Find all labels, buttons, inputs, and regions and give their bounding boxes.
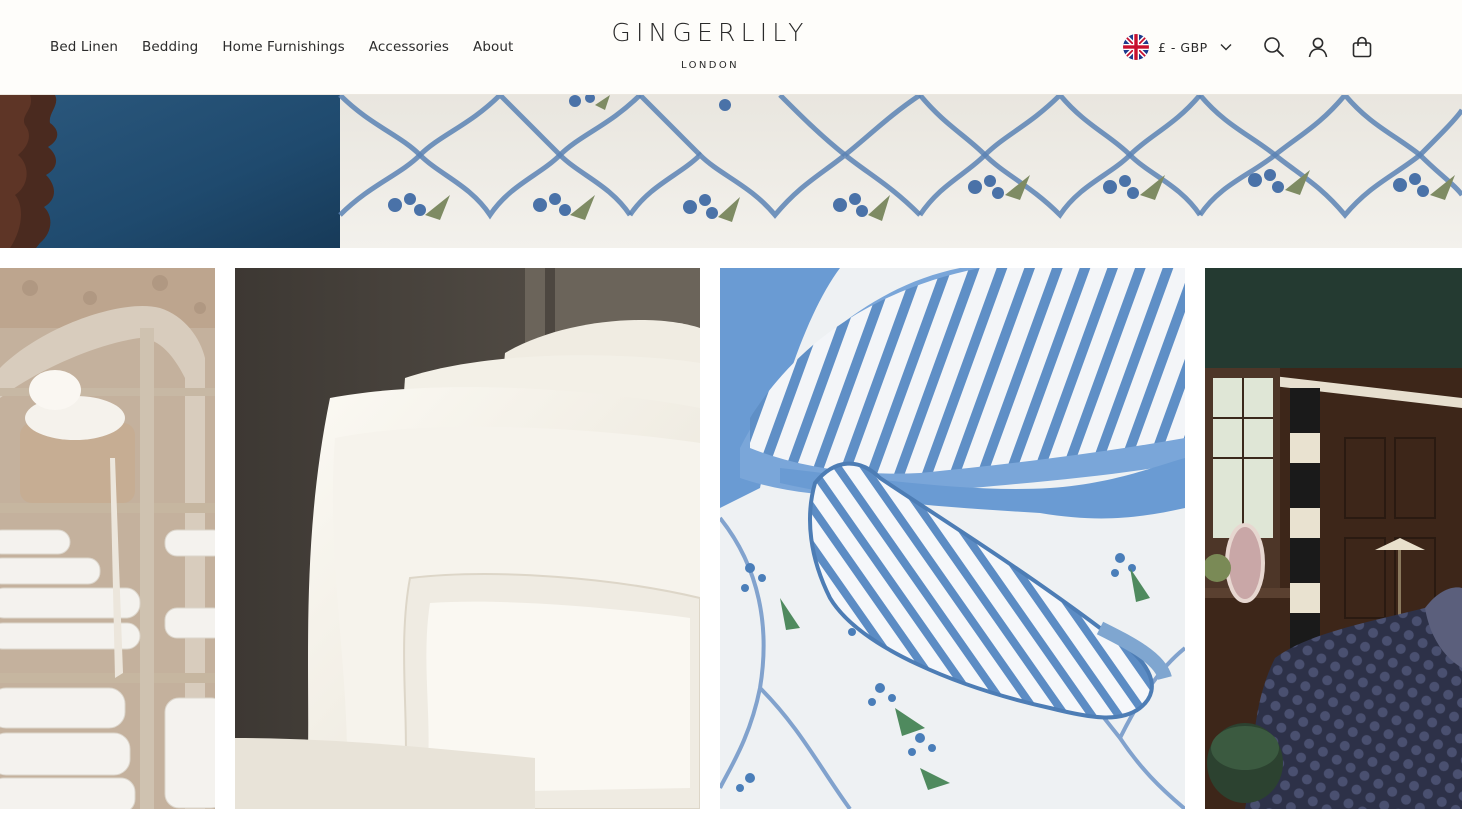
main-nav: Bed Linen Bedding Home Furnishings Acces… — [50, 39, 537, 55]
product-tile-eye-mask[interactable] — [720, 268, 1185, 809]
currency-selector[interactable]: £ - GBP — [1123, 34, 1232, 60]
account-icon[interactable] — [1307, 36, 1329, 58]
logo-brand: GINGERLILY — [611, 18, 809, 47]
product-tile-silk-pillows[interactable] — [235, 268, 700, 809]
site-logo[interactable]: GINGERLILY LONDON — [600, 18, 820, 71]
logo-sub: LONDON — [680, 60, 740, 71]
product-tile-quilted-bedroom[interactable] — [1205, 268, 1462, 809]
page-bottom-edge — [0, 809, 1462, 837]
nav-item-bed-linen[interactable]: Bed Linen — [50, 39, 118, 55]
nav-item-home-furnishings[interactable]: Home Furnishings — [222, 39, 344, 55]
search-icon[interactable] — [1263, 36, 1285, 58]
nav-item-bedding[interactable]: Bedding — [142, 39, 198, 55]
nav-item-about[interactable]: About — [473, 39, 513, 55]
hero-banner-image[interactable] — [0, 95, 1462, 248]
uk-flag-icon — [1123, 34, 1149, 60]
nav-item-accessories[interactable]: Accessories — [369, 39, 449, 55]
product-tile-linen-cupboard[interactable] — [0, 268, 215, 809]
chevron-down-icon — [1220, 44, 1232, 51]
currency-label: £ - GBP — [1158, 39, 1208, 55]
cart-icon[interactable] — [1351, 36, 1373, 58]
site-header: Bed Linen Bedding Home Furnishings Acces… — [0, 0, 1462, 95]
